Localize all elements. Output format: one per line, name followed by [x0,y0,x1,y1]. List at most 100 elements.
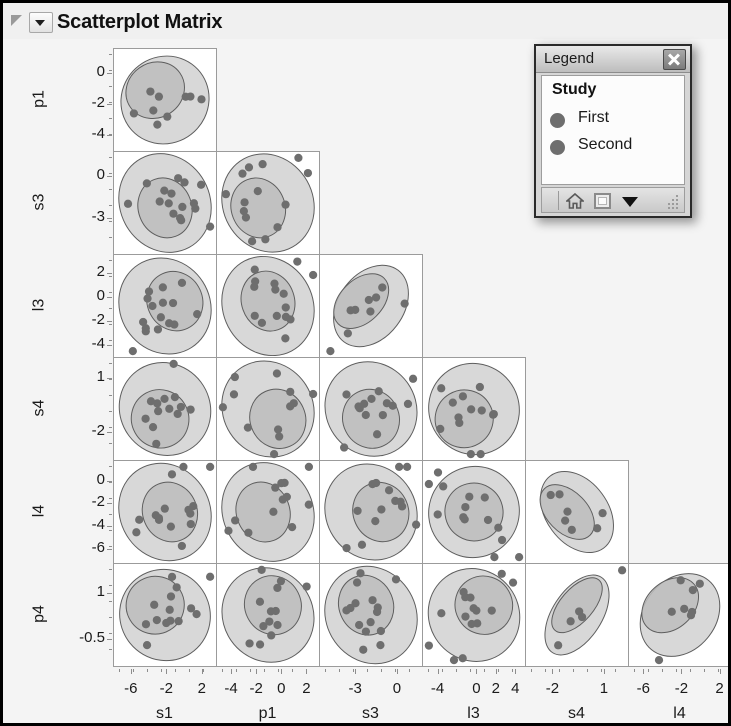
scatter-cell-s4-vs-l3[interactable] [422,357,526,461]
legend-titlebar[interactable]: Legend [536,46,690,73]
scatter-cell-p4-vs-s4[interactable] [525,563,629,667]
x-tick-mark [643,669,645,674]
data-point [489,409,498,419]
scatter-cell-p1-vs-s1[interactable] [113,48,217,152]
data-point [150,600,159,609]
x-tick-mark [396,669,398,674]
data-point [158,298,168,307]
data-point [273,583,282,593]
scatter-cell-l4-vs-s4[interactable] [525,460,629,564]
data-point [454,413,463,422]
data-point [267,631,276,640]
scatter-cell-s4-vs-s1[interactable] [113,357,217,461]
scatter-cell-s3-vs-s1[interactable] [113,151,217,255]
data-point [461,612,470,621]
x-minor-tick [353,669,354,672]
scatter-cell-p4-vs-p1[interactable] [216,563,320,667]
y-minor-tick [109,395,112,396]
scatter-cell-l3-vs-s3[interactable] [319,254,423,358]
data-point [205,462,215,472]
data-point [160,504,169,513]
data-point [368,596,377,605]
x-minor-tick [690,669,691,672]
scatter-cell-l4-vs-s3[interactable] [319,460,423,564]
scatter-cell-l3-vs-s1[interactable] [113,254,217,358]
data-point [170,393,180,402]
resize-grip-icon[interactable] [666,195,680,209]
scatter-cell-p4-vs-s3[interactable] [319,563,423,667]
x-minor-tick [484,669,485,672]
close-icon[interactable] [663,49,686,70]
x-tick-label: -3 [348,680,362,697]
data-point [465,492,474,501]
data-point [142,640,152,650]
legend-window[interactable]: Legend Study First Second [534,44,692,218]
data-point [241,213,251,222]
data-point [177,541,186,551]
x-minor-tick [704,669,705,672]
legend-heading: Study [552,81,597,98]
data-point [436,424,445,434]
scatter-cell-l4-vs-l3[interactable] [422,460,526,564]
y-minor-tick [109,276,112,277]
data-point [146,87,155,96]
data-point [411,520,421,529]
data-point [141,414,150,423]
scatter-cell-l3-vs-p1[interactable] [216,254,320,358]
scatter-cell-p4-vs-l3[interactable] [422,563,526,667]
scatter-cell-p4-vs-s1[interactable] [113,563,217,667]
y-minor-tick [109,308,112,309]
x-minor-tick [676,669,677,672]
home-icon[interactable] [566,192,584,210]
disclosure-triangle-icon[interactable] [11,15,22,26]
data-point [346,306,355,315]
data-point [186,604,196,613]
y-tick-mark [107,135,112,137]
y-minor-tick [109,134,112,135]
scatter-cell-l4-vs-s1[interactable] [113,460,217,564]
scatter-cell-s3-vs-p1[interactable] [216,151,320,255]
data-point [326,346,335,356]
y-tick-label: -4 [91,125,105,143]
data-point [388,401,397,410]
data-point [593,524,602,533]
data-point [408,374,418,383]
y-tick-mark [107,297,112,299]
scatter-cell-s4-vs-p1[interactable] [216,357,320,461]
data-point [191,204,200,213]
data-point [221,190,231,199]
data-point [286,315,295,324]
data-point [154,407,163,416]
x-minor-tick [147,669,148,672]
data-point [248,462,258,472]
data-point [667,607,676,616]
column-axis-label-l3: l3 [467,705,480,722]
data-point [458,392,468,401]
data-point [253,187,262,196]
x-minor-tick [512,669,513,672]
data-point [149,106,158,115]
x-minor-tick [278,669,279,672]
y-minor-tick [109,118,112,119]
data-point [490,552,499,562]
data-point [433,468,443,477]
y-minor-tick [109,585,112,586]
data-point [476,449,485,459]
chevron-down-icon[interactable] [29,12,53,33]
data-point [164,199,173,208]
data-point [135,515,144,524]
scatter-cell-p4-vs-l4[interactable] [628,563,728,667]
triangle-down-icon[interactable] [622,197,638,207]
y-tick-label: -3 [91,207,105,225]
data-point [359,645,368,654]
data-point [224,526,233,535]
square-outline-icon[interactable] [594,193,611,209]
legend-body: Study First Second [541,75,685,185]
x-minor-tick [409,669,410,672]
data-point [152,439,161,448]
data-point [282,492,291,502]
scatter-cell-l4-vs-p1[interactable] [216,460,320,564]
data-point [402,462,412,472]
data-point [566,617,575,626]
scatter-cell-s4-vs-s3[interactable] [319,357,423,461]
